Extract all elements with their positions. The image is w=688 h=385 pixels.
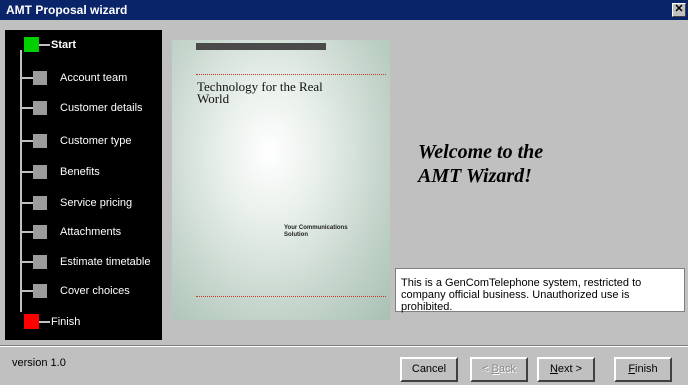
- brochure-cover-image: Technology for the Real World Your Commu…: [172, 40, 390, 320]
- step-status-icon: [33, 225, 47, 239]
- cover-divider: [196, 296, 386, 297]
- step-label: Customer details: [60, 102, 143, 114]
- cover-title: Technology for the Real World: [197, 79, 323, 106]
- step-label: Customer type: [60, 135, 132, 147]
- step-status-icon: [33, 284, 47, 298]
- close-icon[interactable]: ✕: [672, 3, 686, 17]
- version-label: version 1.0: [12, 357, 66, 369]
- step-status-icon: [33, 255, 47, 269]
- step-label: Estimate timetable: [60, 256, 151, 268]
- welcome-line-2: AMT Wizard!: [418, 165, 532, 187]
- cover-header-bar: [196, 43, 326, 50]
- welcome-heading: Welcome to the AMT Wizard!: [418, 140, 543, 188]
- title-bar: AMT Proposal wizard ✕: [0, 0, 688, 20]
- steps-panel: Start Account team Customer details Cust…: [5, 30, 162, 340]
- step-status-icon: [33, 134, 47, 148]
- cover-divider: [196, 74, 386, 75]
- window-title: AMT Proposal wizard: [6, 3, 128, 17]
- step-attachments: Attachments: [5, 220, 162, 244]
- step-status-icon: [24, 37, 39, 52]
- step-label: Service pricing: [60, 197, 133, 209]
- step-status-icon: [33, 101, 47, 115]
- step-service-pricing: Service pricing: [5, 191, 162, 215]
- step-status-icon: [33, 165, 47, 179]
- step-estimate-timetable: Estimate timetable: [5, 250, 162, 274]
- step-start: Start: [5, 33, 162, 57]
- step-benefits: Benefits: [5, 160, 162, 184]
- welcome-line-1: Welcome to the: [418, 141, 544, 163]
- step-label: Start: [51, 39, 77, 51]
- step-customer-type: Customer type: [5, 129, 162, 153]
- welcome-page: Technology for the Real World Your Commu…: [166, 30, 688, 340]
- security-notice: This is a GenComTelephone system, restri…: [395, 268, 685, 313]
- step-customer-details: Customer details: [5, 96, 162, 120]
- step-label: Account team: [60, 72, 128, 84]
- step-account-team: Account team: [5, 66, 162, 90]
- finish-button[interactable]: Finish: [614, 357, 672, 382]
- step-status-icon: [33, 71, 47, 85]
- step-label: Finish: [51, 316, 81, 328]
- step-label: Benefits: [60, 166, 100, 178]
- step-status-icon: [33, 196, 47, 210]
- next-button[interactable]: Next >: [537, 357, 595, 382]
- cover-tagline: Your Communications Solution: [284, 225, 348, 238]
- back-button[interactable]: < Back: [470, 357, 528, 382]
- footer-divider: [0, 345, 688, 347]
- step-label: Cover choices: [60, 285, 130, 297]
- step-cover-choices: Cover choices: [5, 279, 162, 303]
- step-label: Attachments: [60, 226, 122, 238]
- cancel-button[interactable]: Cancel: [400, 357, 458, 382]
- step-status-icon: [24, 314, 39, 329]
- step-finish: Finish: [5, 310, 162, 334]
